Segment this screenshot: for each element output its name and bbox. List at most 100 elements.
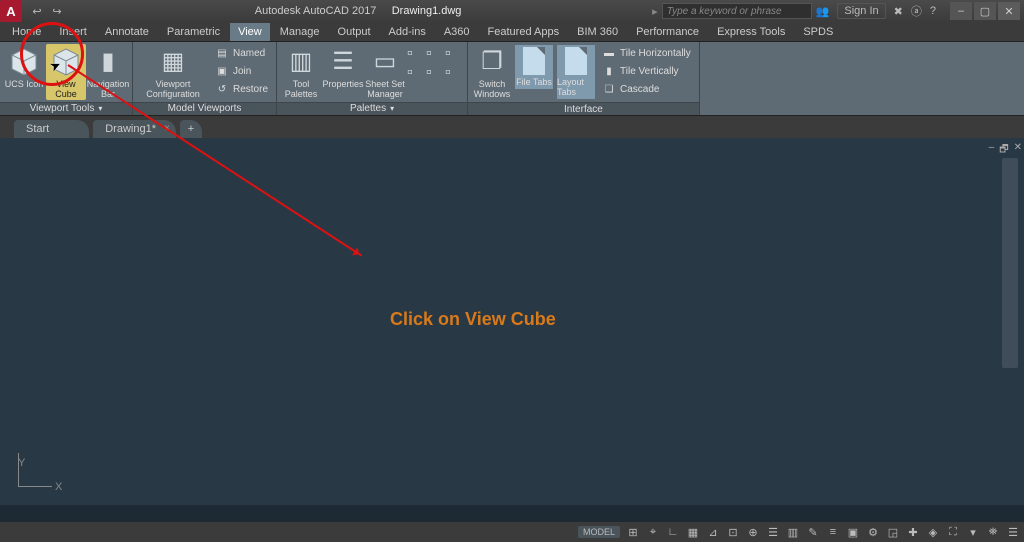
vp-config-label: Viewport Configuration	[137, 80, 209, 100]
status-icon-8[interactable]: ▥	[786, 525, 800, 539]
join-icon: ▣	[215, 65, 229, 79]
search-caret-icon: ▸	[652, 5, 658, 18]
window-controls: – ▢ ✕	[950, 2, 1020, 20]
palette-extra-icon-0[interactable]: ▫	[407, 45, 425, 63]
title-bar: A ↩ ↪ Autodesk AutoCAD 2017 Drawing1.dwg…	[0, 0, 1024, 22]
tool-pal-label: Tool Palettes	[281, 80, 321, 100]
doc-tab-close-icon[interactable]: ×	[164, 123, 170, 134]
status-icon-4[interactable]: ⊿	[706, 525, 720, 539]
ribbon-tab-featured-apps[interactable]: Featured Apps	[480, 23, 568, 41]
help-icon[interactable]: ?	[930, 5, 936, 17]
view-cube-label: View Cube	[46, 80, 86, 100]
navigation-bar-widget[interactable]	[1002, 158, 1018, 368]
restore-button[interactable]: ↺Restore	[211, 81, 272, 98]
vp-minimize-icon[interactable]: –	[989, 142, 995, 159]
tile-h-icon: ▬	[602, 47, 616, 61]
maximize-button[interactable]: ▢	[974, 2, 996, 20]
status-icon-19[interactable]: ☰	[1006, 525, 1020, 539]
tile-h-button[interactable]: ▬Tile Horizontally	[598, 45, 695, 62]
status-modelspace-chip[interactable]: MODEL	[578, 526, 620, 538]
sheetset-button[interactable]: ▭Sheet Set Manager	[365, 44, 405, 100]
ribbon-tab-output[interactable]: Output	[330, 23, 379, 41]
layout-tabs-button[interactable]: Layout Tabs	[557, 45, 595, 99]
properties-button[interactable]: ☰Properties	[323, 44, 363, 90]
cascade-button[interactable]: ❏Cascade	[598, 81, 695, 98]
undo-icon[interactable]: ↩	[30, 4, 44, 18]
status-icon-17[interactable]: ▾	[966, 525, 980, 539]
named-button[interactable]: ▤Named	[211, 45, 272, 62]
ribbon-tab-express-tools[interactable]: Express Tools	[709, 23, 793, 41]
status-icon-18[interactable]: ⛯	[986, 525, 1000, 539]
app-menu-button[interactable]: A	[0, 0, 22, 22]
view-cube-button[interactable]: View Cube	[46, 44, 86, 100]
doc-tab-start[interactable]: Start	[14, 120, 89, 138]
ribbon-tab-spds[interactable]: SPDS	[795, 23, 841, 41]
ribbon-panel-interface: ❐Switch WindowsFile TabsLayout Tabs▬Tile…	[468, 42, 700, 115]
status-icon-2[interactable]: ∟	[666, 525, 680, 539]
palette-extra-icon-5[interactable]: ▫	[445, 64, 463, 82]
status-icon-15[interactable]: ◈	[926, 525, 940, 539]
ribbon-tab-parametric[interactable]: Parametric	[159, 23, 228, 41]
status-icon-0[interactable]: ⊞	[626, 525, 640, 539]
ribbon-tab-home[interactable]: Home	[4, 23, 49, 41]
redo-icon[interactable]: ↪	[50, 4, 64, 18]
status-icon-13[interactable]: ◲	[886, 525, 900, 539]
vp-close-icon[interactable]: ✕	[1014, 142, 1022, 159]
panel-title-palettes[interactable]: Palettes	[277, 102, 467, 115]
status-icon-14[interactable]: ✚	[906, 525, 920, 539]
tool-pal-button[interactable]: ▥Tool Palettes	[281, 44, 321, 100]
search-input[interactable]: Type a keyword or phrase	[662, 3, 812, 19]
status-icon-10[interactable]: ≡	[826, 525, 840, 539]
ribbon-tab-performance[interactable]: Performance	[628, 23, 707, 41]
ribbon-tabs: HomeInsertAnnotateParametricViewManageOu…	[0, 22, 1024, 42]
switch-win-button[interactable]: ❐Switch Windows	[472, 44, 512, 100]
status-icon-7[interactable]: ☰	[766, 525, 780, 539]
ucs-icon-widget[interactable]: X	[18, 453, 52, 487]
status-icon-12[interactable]: ⚙	[866, 525, 880, 539]
nav-bar-label: Navigation Bar	[87, 80, 130, 100]
exchange-icon[interactable]: ✖	[894, 5, 903, 18]
palette-extra-icon-1[interactable]: ▫	[426, 45, 444, 63]
doc-tab-drawing1[interactable]: Drawing1*×	[93, 120, 176, 138]
tile-v-button[interactable]: ▮Tile Vertically	[598, 63, 695, 80]
file-name: Drawing1.dwg	[392, 5, 462, 17]
tool-pal-icon: ▥	[285, 46, 317, 78]
palette-extra-icon-4[interactable]: ▫	[426, 64, 444, 82]
status-icon-11[interactable]: ▣	[846, 525, 860, 539]
document-tabs: StartDrawing1*×+	[0, 116, 1024, 138]
palette-extra-icon-2[interactable]: ▫	[445, 45, 463, 63]
a360-icon[interactable]: ⓐ	[911, 3, 922, 19]
ribbon-tab-bim-360[interactable]: BIM 360	[569, 23, 626, 41]
ribbon-tab-manage[interactable]: Manage	[272, 23, 328, 41]
vp-config-button[interactable]: ▦Viewport Configuration	[137, 44, 209, 100]
panel-title-model-viewports: Model Viewports	[133, 102, 276, 115]
join-button[interactable]: ▣Join	[211, 63, 272, 80]
vp-restore-icon[interactable]: 🗗	[999, 142, 1008, 159]
status-bar: MODEL ⊞ ⌖ ∟ ▦ ⊿ ⊡ ⊕ ☰ ▥ ✎ ≡ ▣ ⚙ ◲ ✚ ◈ ⛶ ▾ ⛯ ☰	[0, 522, 1024, 542]
ribbon-tab-view[interactable]: View	[230, 23, 270, 41]
close-button[interactable]: ✕	[998, 2, 1020, 20]
file-tabs-button[interactable]: File Tabs	[515, 45, 553, 89]
status-icon-6[interactable]: ⊕	[746, 525, 760, 539]
product-name: Autodesk AutoCAD 2017	[255, 5, 377, 17]
doc-tab-add-button[interactable]: +	[180, 120, 202, 138]
status-icon-16[interactable]: ⛶	[946, 525, 960, 539]
ribbon-tab-a360[interactable]: A360	[436, 23, 478, 41]
named-icon: ▤	[215, 47, 229, 61]
status-icon-3[interactable]: ▦	[686, 525, 700, 539]
panel-title-viewport-tools[interactable]: Viewport Tools	[0, 102, 132, 115]
nav-bar-button[interactable]: ▮Navigation Bar	[88, 44, 128, 100]
palette-extra-icon-3[interactable]: ▫	[407, 64, 425, 82]
minimize-button[interactable]: –	[950, 2, 972, 20]
ucs-icon-button[interactable]: UCS Icon	[4, 44, 44, 90]
drawing-area[interactable]: – 🗗 ✕ Y X Click on View Cube	[0, 138, 1024, 505]
ribbon-tab-add-ins[interactable]: Add-ins	[381, 23, 434, 41]
status-icon-1[interactable]: ⌖	[646, 525, 660, 539]
infocenter-icon[interactable]: 👥	[816, 5, 830, 18]
signin-button[interactable]: Sign In	[837, 3, 885, 19]
status-icon-9[interactable]: ✎	[806, 525, 820, 539]
viewport-window-controls: – 🗗 ✕	[989, 142, 1022, 159]
ribbon-tab-annotate[interactable]: Annotate	[97, 23, 157, 41]
status-icon-5[interactable]: ⊡	[726, 525, 740, 539]
ribbon-tab-insert[interactable]: Insert	[51, 23, 95, 41]
